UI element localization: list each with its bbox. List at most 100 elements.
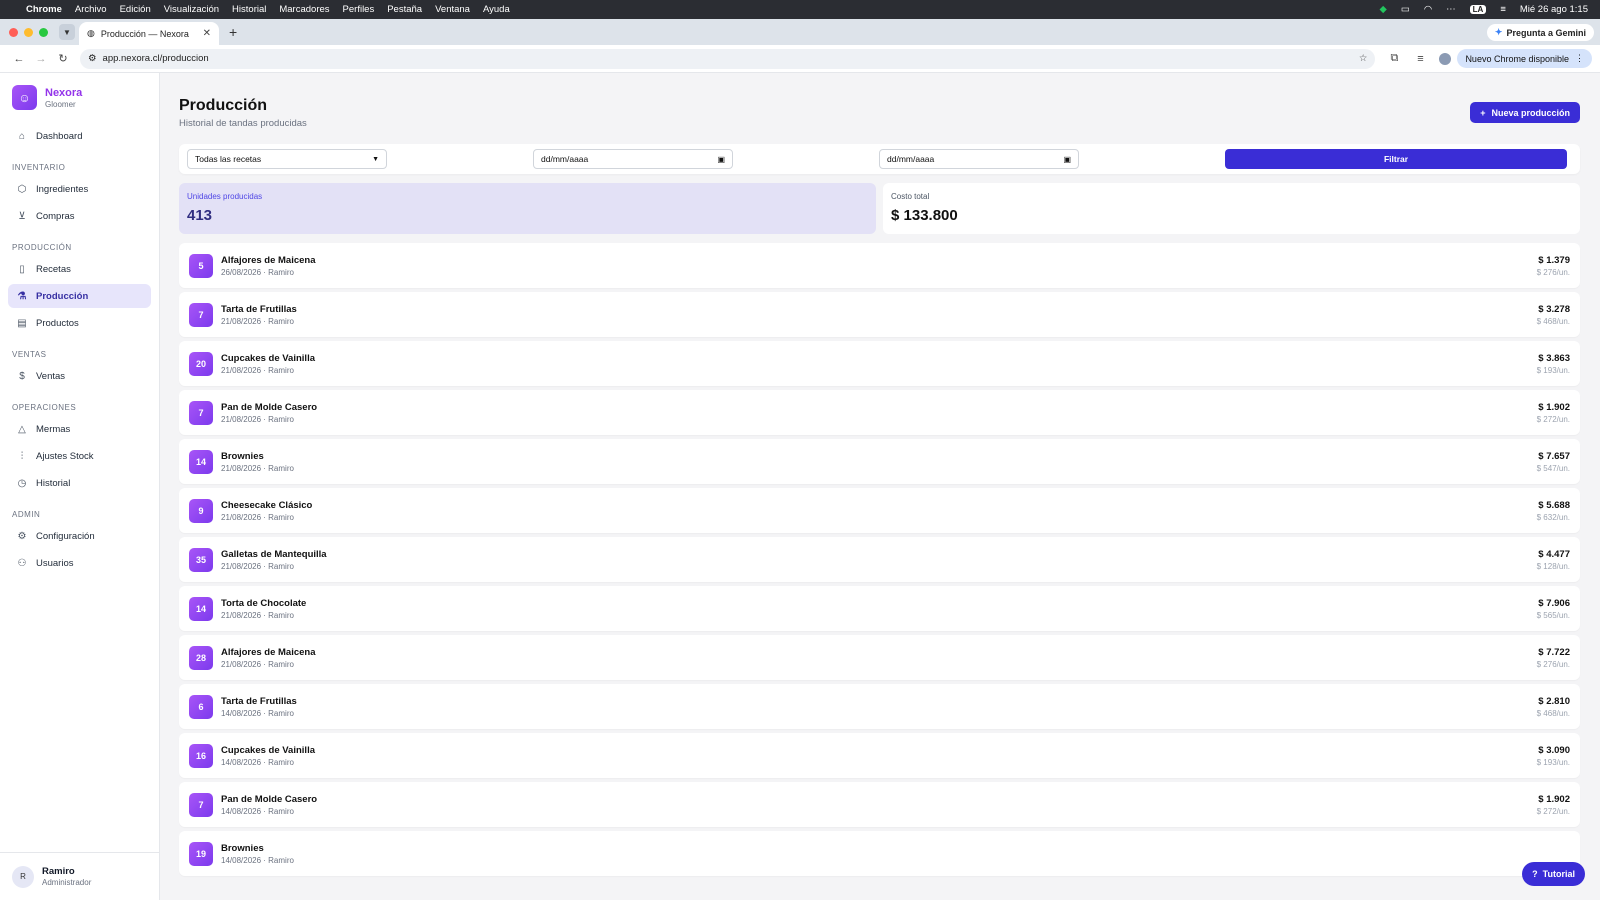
dots-icon[interactable]: ⋯ [1446, 4, 1456, 15]
row-cost: $ 5.688 [1538, 499, 1570, 511]
calendar-icon[interactable]: ▣ [717, 155, 725, 164]
minimize-window-button[interactable] [24, 27, 33, 37]
sidebar-item-ingredientes[interactable]: ⬡ Ingredientes [8, 177, 151, 201]
row-meta: 14/08/2026 · Ramiro [221, 708, 294, 718]
user-profile[interactable]: R Ramiro Administrador [0, 852, 159, 900]
clock[interactable]: Mié 26 ago 1:15 [1520, 4, 1588, 15]
sidebar-item-recetas[interactable]: ▯ Recetas [8, 257, 151, 281]
sidebar-item-dashboard[interactable]: ⌂ Dashboard [8, 124, 151, 148]
media-icon[interactable]: ≡ [1407, 53, 1433, 65]
app-root: ☺ Nexora Gloomer ⌂ Dashboard INVENTARIO … [0, 73, 1600, 900]
site-info-icon[interactable]: ⚙ [88, 53, 97, 64]
row-cost: $ 7.722 [1538, 646, 1570, 658]
menu-app[interactable]: Chrome [26, 4, 62, 15]
stat-units: Unidades producidas 413 [179, 183, 876, 234]
control-center-icon[interactable]: ≡ [1500, 4, 1506, 15]
menu-marcadores[interactable]: Marcadores [279, 4, 329, 15]
maximize-window-button[interactable] [39, 27, 48, 37]
list-item[interactable]: 20 Cupcakes de Vainilla 21/08/2026 · Ramir… [179, 341, 1580, 386]
list-item[interactable]: 14 Brownies 21/08/2026 · Ramiro $ 7.657 $ 54… [179, 439, 1580, 484]
sidebar-item-historial[interactable]: ◷ Historial [8, 471, 151, 495]
row-costs: $ 1.902 $ 272/un. [1537, 794, 1570, 816]
row-cost: $ 4.477 [1538, 548, 1570, 560]
calendar-icon[interactable]: ▣ [1063, 155, 1071, 164]
tab-active[interactable]: ◍ Producción — Nexora ✕ [79, 22, 219, 45]
menu-pestana[interactable]: Pestaña [387, 4, 422, 15]
address-bar[interactable]: ⚙ app.nexora.cl/produccion ☆ [80, 48, 1376, 69]
recipe-name: Pan de Molde Casero [221, 793, 318, 805]
sidebar-item-ventas[interactable]: $ Ventas [8, 364, 151, 388]
activity-icon[interactable]: ◆ [1380, 4, 1387, 15]
sidebar-item-label: Producción [36, 290, 89, 302]
brand[interactable]: ☺ Nexora Gloomer [0, 73, 159, 124]
forward-icon[interactable]: → [30, 53, 52, 65]
menu-historial[interactable]: Historial [232, 4, 266, 15]
row-costs: $ 7.906 $ 565/un. [1537, 598, 1570, 620]
gemini-button[interactable]: ✦ Pregunta a Gemini [1486, 24, 1594, 41]
profile-avatar[interactable] [1439, 52, 1452, 65]
battery-icon[interactable]: ▭ [1401, 4, 1410, 15]
sidebar-item-usuarios[interactable]: ⚇ Usuarios [8, 551, 151, 575]
list-item[interactable]: 5 Alfajores de Maicena 26/08/2026 · Ramiro… [179, 243, 1580, 288]
recipe-name: Galletas de Mantequilla [221, 548, 327, 560]
row-costs: $ 7.657 $ 547/un. [1537, 451, 1570, 473]
bookmark-star-icon[interactable]: ☆ [1359, 53, 1368, 64]
list-item[interactable]: 7 Tarta de Frutillas 21/08/2026 · Ramiro $ … [179, 292, 1580, 337]
menu-visualizacion[interactable]: Visualización [164, 4, 219, 15]
menu-ventana[interactable]: Ventana [435, 4, 470, 15]
filter-button[interactable]: Filtrar [1225, 149, 1567, 169]
sidebar-item-mermas[interactable]: △ Mermas [8, 417, 151, 441]
extensions-icon[interactable]: ⧉ [1381, 52, 1407, 65]
menu-archivo[interactable]: Archivo [75, 4, 107, 15]
sparkle-icon: ✦ [1494, 27, 1503, 37]
back-icon[interactable]: ← [8, 53, 30, 65]
sidebar-item-productos[interactable]: ▤ Productos [8, 311, 151, 335]
sidebar-item-label: Configuración [36, 530, 95, 542]
list-item[interactable]: 6 Tarta de Frutillas 14/08/2026 · Ramiro $ … [179, 684, 1580, 729]
chevron-down-icon: ▼ [63, 27, 71, 37]
page-title: Producción [179, 97, 268, 114]
kebab-menu-icon[interactable]: ⋮ [1575, 53, 1584, 64]
menu-perfiles[interactable]: Perfiles [343, 4, 375, 15]
list-item[interactable]: 7 Pan de Molde Casero 14/08/2026 · Ramiro $… [179, 782, 1580, 827]
wifi-icon[interactable]: ◠ [1424, 4, 1432, 15]
new-tab-button[interactable]: + [229, 24, 237, 40]
input-source-badge[interactable]: LA [1469, 5, 1487, 14]
stats-row: Unidades producidas 413 Costo total $ 13… [179, 183, 1580, 234]
menu-ayuda[interactable]: Ayuda [483, 4, 510, 15]
list-item[interactable]: 7 Pan de Molde Casero 21/08/2026 · Ramiro $… [179, 390, 1580, 435]
close-tab-icon[interactable]: ✕ [203, 28, 211, 39]
list-item[interactable]: 9 Cheesecake Clásico 21/08/2026 · Ramiro $ … [179, 488, 1580, 533]
reload-icon[interactable]: ↻ [52, 52, 74, 65]
new-production-button[interactable]: + Nueva producción [1470, 102, 1580, 123]
sidebar-item-produccion[interactable]: ⚗ Producción [8, 284, 151, 308]
menu-edicion[interactable]: Edición [120, 4, 151, 15]
row-meta: 21/08/2026 · Ramiro [221, 561, 294, 571]
sidebar-item-compras[interactable]: ⊻ Compras [8, 204, 151, 228]
tab-search-button[interactable]: ▼ [59, 24, 75, 40]
sidebar-item-label: Usuarios [36, 557, 74, 569]
avatar: R [12, 865, 34, 888]
user-name: Ramiro [42, 866, 75, 877]
browser-tabstrip: ▼ ◍ Producción — Nexora ✕ + ✦ Pregunta a… [0, 19, 1600, 45]
list-item[interactable]: 28 Alfajores de Maicena 21/08/2026 · Ramir… [179, 635, 1580, 680]
list-item[interactable]: 35 Galletas de Mantequilla 21/08/2026 · Ra… [179, 537, 1580, 582]
row-costs: $ 2.810 $ 468/un. [1537, 696, 1570, 718]
list-item[interactable]: 14 Torta de Chocolate 21/08/2026 · Ramiro $… [179, 586, 1580, 631]
recipe-select[interactable]: Todas las recetas ▼ [187, 149, 387, 169]
row-meta: 14/08/2026 · Ramiro [221, 757, 294, 767]
page-header: Producción Historial de tandas producida… [179, 97, 1580, 129]
date-to-input[interactable]: dd/mm/aaaa ▣ [879, 149, 1079, 169]
list-item[interactable]: 16 Cupcakes de Vainilla 14/08/2026 · Ramir… [179, 733, 1580, 778]
sidebar-item-ajustes-stock[interactable]: ⫶ Ajustes Stock [8, 444, 151, 468]
update-chrome-button[interactable]: Nuevo Chrome disponible ⋮ [1457, 49, 1592, 68]
quantity-badge: 7 [189, 302, 213, 327]
row-cost: $ 7.657 [1538, 450, 1570, 462]
row-cost: $ 2.810 [1538, 695, 1570, 707]
close-window-button[interactable] [9, 27, 18, 37]
tutorial-button[interactable]: ? Tutorial [1522, 862, 1585, 886]
sidebar-item-configuracion[interactable]: ⚙ Configuración [8, 524, 151, 548]
list-item[interactable]: 19 Brownies 14/08/2026 · Ramiro [179, 831, 1580, 876]
page-subtitle: Historial de tandas producidas [179, 118, 307, 129]
date-from-input[interactable]: dd/mm/aaaa ▣ [533, 149, 733, 169]
